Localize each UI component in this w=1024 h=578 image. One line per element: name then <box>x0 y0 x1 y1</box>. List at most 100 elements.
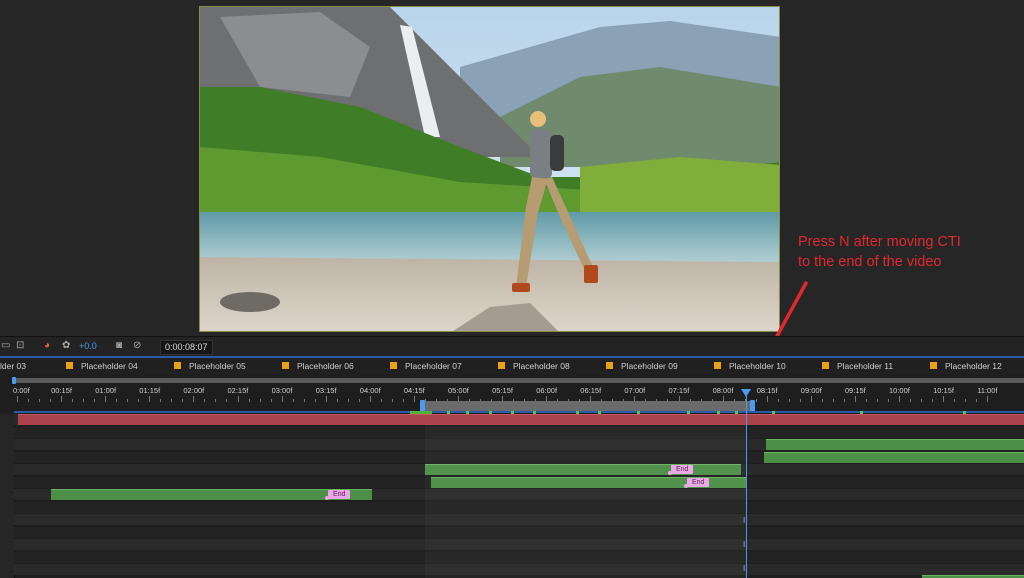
ruler-minor-tick <box>28 399 30 402</box>
layer-clip[interactable] <box>764 451 1024 463</box>
ruler-tick <box>854 396 856 402</box>
keyframe-dot[interactable] <box>447 411 450 414</box>
keyframe-dot[interactable] <box>576 411 579 414</box>
ruler-label: 06:00f <box>536 386 558 395</box>
ruler-label: 10:00f <box>889 386 910 395</box>
marker-placeholder-10[interactable]: Placeholder 10 <box>714 360 786 372</box>
ruler-minor-tick <box>336 399 338 402</box>
marker-swatch <box>714 362 721 369</box>
snapshot-icon[interactable]: ⊘ <box>133 341 144 351</box>
ruler-minor-tick <box>314 399 316 402</box>
marker-row: lder 03 Placeholder 04 Placeholder 05 Pl… <box>0 358 1024 374</box>
ruler-minor-tick <box>215 399 217 402</box>
ruler-label: 01:15f <box>139 386 161 395</box>
ruler-minor-tick <box>160 399 162 402</box>
camera-icon[interactable]: ◙ <box>116 341 127 351</box>
video-frame[interactable] <box>199 6 780 332</box>
ruler-minor-tick <box>94 399 96 402</box>
marker-placeholder-03[interactable]: lder 03 <box>0 360 26 372</box>
ruler-label: 03:15f <box>315 386 337 395</box>
marker-placeholder-04[interactable]: Placeholder 04 <box>66 360 138 372</box>
keyframe-dot[interactable] <box>963 411 966 414</box>
keyframe-dot[interactable] <box>466 411 469 414</box>
ruler-minor-tick <box>799 399 801 402</box>
ruler-minor-tick <box>72 399 74 402</box>
ruler-tick <box>810 396 812 402</box>
keyframe-dot[interactable] <box>687 411 690 414</box>
composition-viewer[interactable]: Press N after moving CTI to the end of t… <box>0 0 1024 336</box>
ruler-label: 08:15f <box>756 386 778 395</box>
ruler-tick <box>61 396 63 402</box>
exposure-value[interactable]: +0.0 <box>79 341 97 351</box>
annotation-line-1: Press N after moving CTI <box>798 234 961 250</box>
ruler-tick <box>369 396 371 402</box>
keyframe-dot[interactable] <box>598 411 601 414</box>
ruler-minor-tick <box>402 399 404 402</box>
timeline-toolbar: ▭ ⊡ ◕ ✿ +0.0 ◙ ⊘ 0:00:08:07 <box>0 336 1024 357</box>
marker-placeholder-05[interactable]: Placeholder 05 <box>174 360 246 372</box>
ruler-minor-tick <box>171 399 173 402</box>
marker-swatch <box>498 362 505 369</box>
ruler-tick <box>281 396 283 402</box>
work-area-bar[interactable] <box>14 378 1024 383</box>
ruler-minor-tick <box>270 399 272 402</box>
work-area-start-handle[interactable] <box>12 377 16 384</box>
ruler-label: 08:00f <box>712 386 734 395</box>
composition-duration-line <box>14 411 1024 413</box>
ruler-minor-tick <box>843 399 845 402</box>
color-wheel-icon[interactable]: ◕ <box>44 341 55 351</box>
instruction-annotation: Press N after moving CTI to the end of t… <box>798 232 1018 272</box>
ruler-label: 00:15f <box>51 386 72 395</box>
keyframe-dot[interactable] <box>489 411 492 414</box>
cti-playhead-line[interactable] <box>746 396 747 578</box>
cti-marker-icon: I <box>743 516 746 525</box>
ruler-minor-tick <box>976 399 978 402</box>
ruler-label: 04:00f <box>359 386 381 395</box>
marker-placeholder-11[interactable]: Placeholder 11 <box>822 360 893 372</box>
settings-icon[interactable]: ✿ <box>62 341 73 351</box>
ruler-label: 06:15f <box>580 386 602 395</box>
ruler-minor-tick <box>248 399 250 402</box>
ruler-tick <box>987 396 989 402</box>
monitor-icon[interactable]: ▭ <box>1 341 12 351</box>
keyframe-dot[interactable] <box>735 411 738 414</box>
marker-placeholder-06[interactable]: Placeholder 06 <box>282 360 354 372</box>
marker-placeholder-09[interactable]: Placeholder 09 <box>606 360 678 372</box>
layer-clip[interactable] <box>51 489 372 500</box>
current-time-display[interactable]: 0:00:08:07 <box>160 340 213 355</box>
ruler-minor-tick <box>50 399 52 402</box>
ruler-tick <box>105 396 107 402</box>
keyframe-dot[interactable] <box>717 411 720 414</box>
ruler-tick <box>325 396 327 402</box>
ruler-minor-tick <box>303 399 305 402</box>
ruler-tick <box>943 396 945 402</box>
marker-placeholder-07[interactable]: Placeholder 07 <box>390 360 462 372</box>
ruler-tick <box>766 396 768 402</box>
marker-swatch <box>66 362 73 369</box>
keyframe-dot[interactable] <box>533 411 536 414</box>
time-ruler[interactable]: 0:00f 00:15f 01:00f 01:15f 02:00f 02:15f 03:00… <box>0 384 1024 402</box>
timeline-panel[interactable]: ▭ ⊡ ◕ ✿ +0.0 ◙ ⊘ 0:00:08:07 lder 03 Plac… <box>0 336 1024 578</box>
ruler-tick <box>17 396 18 402</box>
region-icon[interactable]: ⊡ <box>16 341 27 351</box>
cti-marker-icon: I <box>743 564 746 573</box>
ruler-minor-tick <box>391 399 393 402</box>
marker-placeholder-12[interactable]: Placeholder 12 <box>930 360 1002 372</box>
ruler-minor-tick <box>965 399 967 402</box>
keyframe-dot[interactable] <box>637 411 640 414</box>
keyframe-dot[interactable] <box>860 411 863 414</box>
marker-placeholder-08[interactable]: Placeholder 08 <box>498 360 570 372</box>
cti-marker-icon: I <box>743 540 746 549</box>
ruler-minor-tick <box>777 399 779 402</box>
ruler-label: 09:15f <box>844 386 866 395</box>
ruler-label: 05:15f <box>492 386 513 395</box>
layer-clip[interactable] <box>766 439 1024 450</box>
ruler-label: 09:00f <box>800 386 822 395</box>
selected-range-bar[interactable] <box>422 401 752 411</box>
keyframe-dot[interactable] <box>511 411 514 414</box>
ruler-minor-tick <box>39 399 41 402</box>
annotation-line-2: to the end of the video <box>798 254 942 270</box>
ruler-minor-tick <box>138 399 140 402</box>
keyframe-dot[interactable] <box>772 411 775 414</box>
ruler-tick <box>413 396 415 402</box>
